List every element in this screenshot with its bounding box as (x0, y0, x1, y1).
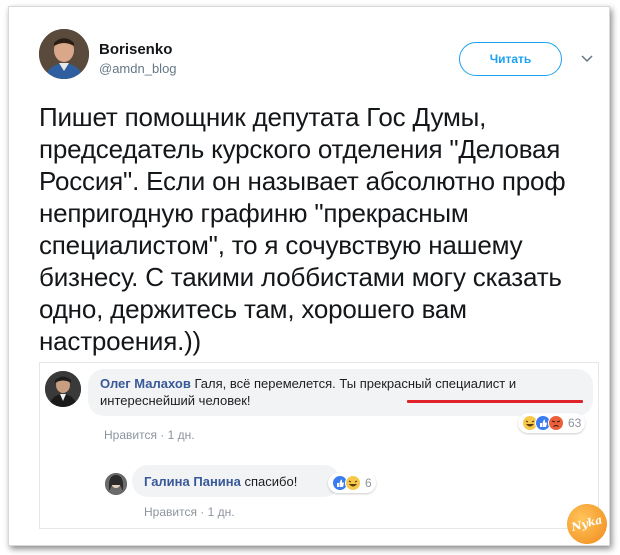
reaction-count: 63 (568, 416, 582, 430)
reply-time[interactable]: 1 дн. (208, 505, 235, 519)
follow-button[interactable]: Читать (459, 42, 562, 76)
angry-reaction-icon (548, 415, 564, 431)
reply-bubble: Галина Панина спасибо! (132, 465, 340, 497)
comment-meta: Нравится · 1 дн. (104, 428, 195, 442)
author-name[interactable]: Borisenko (99, 41, 172, 58)
reply-author-name[interactable]: Галина Панина (144, 474, 241, 489)
tweet-text: Пишет помощник депутата Гос Думы, предсе… (39, 102, 566, 356)
meta-separator: · (200, 505, 208, 519)
reply-text: спасибо! (244, 474, 298, 489)
watermark-text: Nyka (570, 513, 604, 534)
like-link[interactable]: Нравится (104, 428, 157, 442)
embedded-screenshot: Олег Малахов Галя, всё перемелется. Ты п… (39, 362, 599, 529)
reply-like-link[interactable]: Нравится (144, 505, 197, 519)
highlight-underline (407, 400, 583, 403)
author-avatar[interactable] (39, 29, 89, 79)
haha-reaction-icon (345, 475, 361, 491)
reply-reaction-count: 6 (365, 476, 372, 490)
comment-bubble: Олег Малахов Галя, всё перемелется. Ты п… (88, 369, 593, 416)
reply-avatar (105, 473, 127, 495)
meta-separator: · (160, 428, 168, 442)
comment-time[interactable]: 1 дн. (168, 428, 195, 442)
reply-meta: Нравится · 1 дн. (144, 505, 235, 519)
commenter-name[interactable]: Олег Малахов (100, 376, 191, 391)
author-handle[interactable]: @amdn_blog (99, 61, 177, 76)
chevron-down-icon[interactable] (581, 54, 593, 64)
reply-reaction-summary[interactable]: 6 (328, 473, 376, 493)
tweet-card: Borisenko @amdn_blog Читать Пишет помощн… (8, 6, 612, 549)
commenter-avatar (45, 371, 81, 407)
reaction-summary[interactable]: 63 (518, 413, 586, 433)
